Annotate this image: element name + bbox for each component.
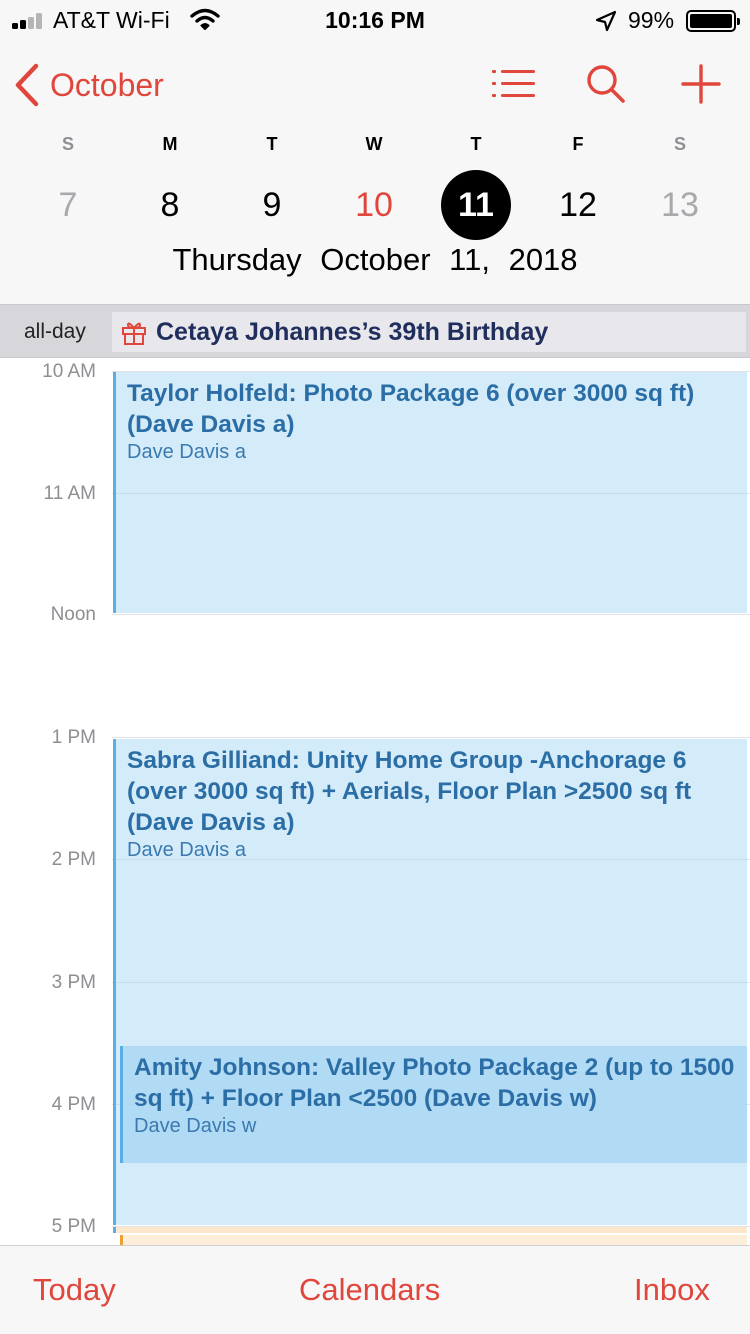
today-button[interactable]: Today (33, 1272, 116, 1308)
status-bar: AT&T Wi-Fi 10:16 PM 99% (0, 0, 750, 40)
day-timeline[interactable]: 10 AM 11 AM Noon 1 PM 2 PM 3 PM 4 PM 5 P… (0, 359, 750, 1245)
search-icon[interactable] (584, 62, 628, 111)
hour-label: 10 AM (42, 361, 96, 382)
date-cell[interactable]: 8 (135, 170, 205, 240)
calendar-event-partial[interactable] (113, 1227, 747, 1233)
weekday-label: W (365, 134, 383, 154)
gift-icon (122, 322, 146, 345)
calendar-header: October S M T W T F S 7 8 9 10 11 12 13 … (0, 40, 750, 304)
back-label: October (50, 66, 164, 103)
hour-divider (112, 614, 750, 615)
battery-percentage: 99% (628, 7, 675, 33)
event-calendar: Dave Davis w (134, 1115, 257, 1137)
hour-label: 2 PM (51, 849, 96, 870)
add-icon[interactable] (680, 62, 722, 111)
event-title: Sabra Gilliand: Unity Home Group -Anchor… (127, 747, 692, 836)
back-button[interactable]: October (14, 62, 164, 108)
bottom-toolbar: Today Calendars Inbox (0, 1245, 750, 1334)
date-cell-selected[interactable]: 11 (441, 170, 511, 240)
weekday-label: S (61, 134, 74, 154)
date-cell[interactable]: 9 (237, 170, 307, 240)
calendar-event[interactable]: Taylor Holfeld: Photo Package 6 (over 30… (113, 372, 747, 613)
calendars-button[interactable]: Calendars (299, 1272, 440, 1308)
hour-label: 5 PM (51, 1216, 96, 1237)
weekday-label: F (572, 134, 584, 154)
weekday-label: M (162, 134, 178, 154)
selected-date-title: Thursday October 11, 2018 (172, 242, 578, 277)
location-arrow-icon (595, 10, 617, 37)
all-day-label: all-day (24, 320, 86, 343)
hour-label: 1 PM (51, 727, 96, 748)
battery-icon (686, 10, 740, 32)
chevron-left-icon (15, 63, 39, 107)
week-dates-row: 7 8 9 10 11 12 13 (0, 170, 750, 240)
date-cell[interactable]: 7 (33, 170, 103, 240)
event-calendar: Dave Davis a (127, 441, 246, 463)
event-title: Taylor Holfeld: Photo Package 6 (over 30… (127, 380, 695, 438)
hour-label: Noon (50, 604, 96, 625)
weekday-label: S (673, 134, 686, 154)
date-cell[interactable]: 13 (645, 170, 715, 240)
calendar-event[interactable]: Amity Johnson: Valley Photo Package 2 (u… (120, 1046, 747, 1163)
calendar-event-partial[interactable] (120, 1235, 747, 1245)
weekday-label: T (266, 134, 278, 154)
weekday-label: T (470, 134, 482, 154)
all-day-event[interactable]: Cetaya Johannes’s 39th Birthday (112, 312, 746, 352)
all-day-row: all-day Cetaya Johannes’s 39th Birthday (0, 304, 750, 358)
list-icon[interactable] (490, 62, 538, 111)
event-calendar: Dave Davis a (127, 839, 246, 861)
date-cell-today[interactable]: 10 (339, 170, 409, 240)
event-title: Amity Johnson: Valley Photo Package 2 (u… (134, 1054, 735, 1112)
hour-label: 4 PM (51, 1094, 96, 1115)
inbox-button[interactable]: Inbox (634, 1272, 710, 1308)
hour-label: 3 PM (51, 972, 96, 993)
hour-divider (112, 737, 750, 738)
date-cell[interactable]: 12 (543, 170, 613, 240)
hour-label: 11 AM (43, 483, 96, 504)
weekday-row: S M T W T F S (0, 134, 750, 158)
all-day-event-title: Cetaya Johannes’s 39th Birthday (156, 317, 549, 346)
